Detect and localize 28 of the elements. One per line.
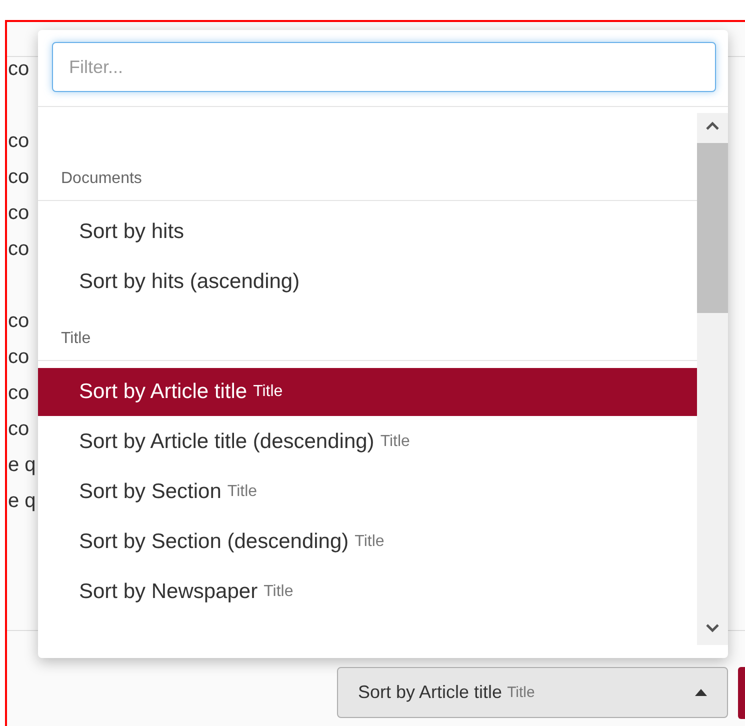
scrollbar[interactable] <box>697 113 728 645</box>
filter-field[interactable]: Filter... <box>52 42 716 92</box>
group-header: Documents <box>38 170 697 201</box>
sort-option[interactable]: Sort by Article title Title <box>38 368 697 416</box>
table-cell: e q <box>7 454 36 476</box>
sort-option[interactable]: Sort by hits <box>38 208 697 256</box>
table-cell: co <box>7 238 30 260</box>
sort-option[interactable]: Sort by Section Title <box>38 468 697 516</box>
chevron-down-icon[interactable] <box>705 623 720 633</box>
chevron-up-icon[interactable] <box>705 121 720 131</box>
sort-option[interactable]: Sort by hits (ascending) <box>38 258 697 306</box>
table-cell: co <box>7 418 30 440</box>
table-cell: co <box>7 310 30 332</box>
sort-dropdown-button[interactable]: Sort by Article title Title <box>337 667 728 718</box>
sort-option[interactable]: Sort by Article title (descending) Title <box>38 418 697 466</box>
table-cell: co <box>7 166 30 188</box>
table-cell: co <box>7 202 30 224</box>
sort-option[interactable]: Sort by Newspaper Title <box>38 568 697 616</box>
caret-up-icon <box>695 689 707 696</box>
scrollbar-thumb[interactable] <box>697 143 728 313</box>
table-cell: co <box>7 58 30 81</box>
table-cell: co <box>7 130 30 152</box>
button-edge[interactable] <box>738 667 745 719</box>
table-cell: co <box>7 382 30 404</box>
sort-option[interactable]: Sort by Section (descending) Title <box>38 518 697 566</box>
group-header: Title <box>38 330 697 361</box>
table-cell: e q <box>7 490 36 512</box>
table-cell: co <box>7 346 30 368</box>
